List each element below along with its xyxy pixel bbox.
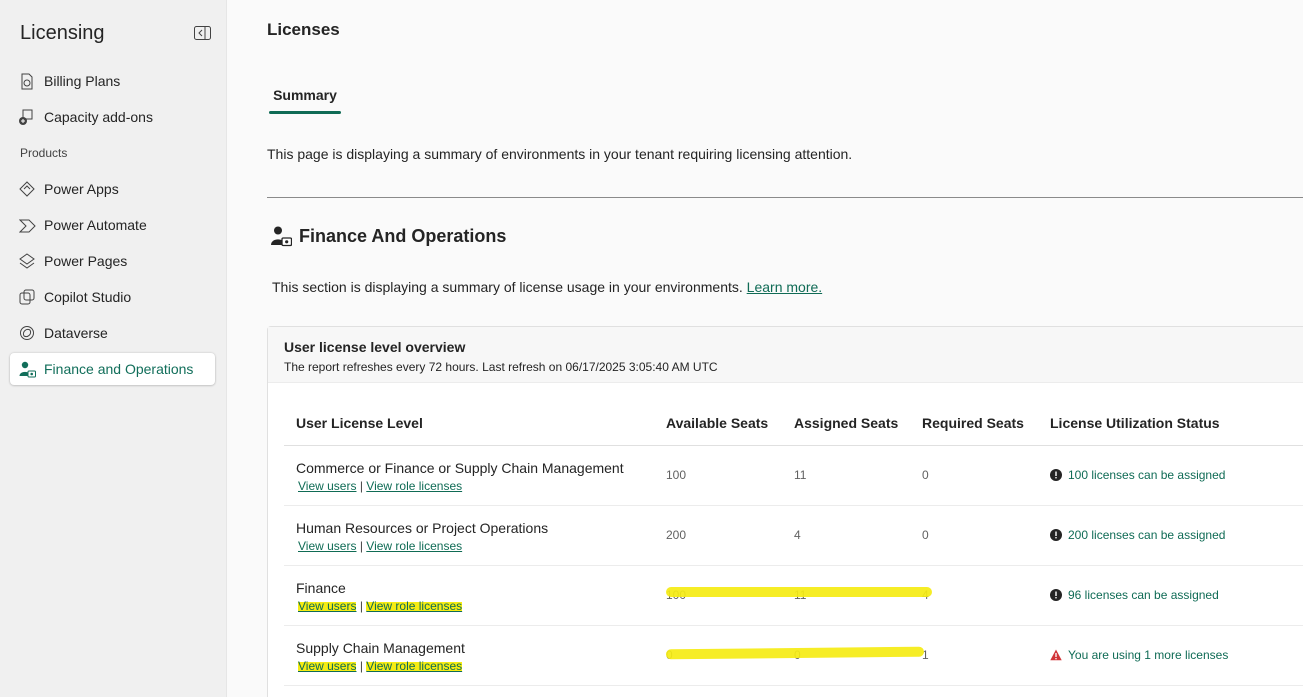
utilization-status-cell: 100 licenses can be assigned [1038, 445, 1303, 506]
sidebar: Licensing Billing Plans Capacity add-ons… [0, 0, 227, 697]
finance-operations-icon [18, 360, 36, 378]
view-role-licenses-link[interactable]: View role licenses [366, 479, 462, 493]
sidebar-item-label: Dataverse [44, 325, 108, 341]
column-header: User License Level [284, 401, 654, 446]
required-seats: 0 [910, 505, 1038, 566]
sidebar-item-power-apps[interactable]: Power Apps [10, 173, 215, 205]
column-header: License Utilization Status [1038, 401, 1303, 446]
sidebar-item-label: Capacity add-ons [44, 109, 153, 125]
status-text: 200 licenses can be assigned [1068, 527, 1226, 542]
link-separator: | [359, 598, 363, 613]
sidebar-item-power-pages[interactable]: Power Pages [10, 245, 215, 277]
highlight-mark [666, 587, 932, 597]
capacity-addons-icon [18, 108, 36, 126]
info-icon [1050, 468, 1062, 481]
info-icon [1050, 588, 1062, 601]
license-level-name: Finance [296, 579, 346, 596]
license-level-name: Supply Chain Management [296, 639, 465, 656]
utilization-status-cell: 200 licenses can be assigned [1038, 505, 1303, 566]
link-separator: | [359, 658, 363, 673]
assigned-seats: 4 [782, 505, 910, 566]
status-text: 96 licenses can be assigned [1068, 587, 1219, 602]
finance-operations-icon [270, 225, 293, 247]
status-text: You are using 1 more licenses [1068, 647, 1229, 662]
license-level-cell: Supply Chain Management View users | Vie… [284, 625, 654, 686]
sidebar-item-power-automate[interactable]: Power Automate [10, 209, 215, 241]
card-subtitle: The report refreshes every 72 hours. Las… [284, 360, 718, 374]
sidebar-item-label: Power Pages [44, 253, 128, 269]
power-pages-icon [18, 252, 36, 270]
utilization-status-cell: You are using 1 more licenses [1038, 625, 1303, 686]
column-header: Assigned Seats [782, 401, 910, 446]
learn-more-link[interactable]: Learn more. [747, 279, 822, 295]
sidebar-item-capacity-addons[interactable]: Capacity add-ons [10, 101, 215, 133]
collapse-sidebar-icon[interactable] [194, 26, 211, 40]
card-title: User license level overview [284, 339, 466, 355]
column-header: Required Seats [910, 401, 1038, 446]
assigned-seats: 11 [782, 445, 910, 506]
license-level-cell: Human Resources or Project Operations Vi… [284, 505, 654, 566]
view-users-link[interactable]: View users [298, 598, 357, 613]
required-seats: 0 [910, 445, 1038, 506]
sidebar-item-dataverse[interactable]: Dataverse [10, 317, 215, 349]
sidebar-item-label: Copilot Studio [44, 289, 132, 305]
view-users-link[interactable]: View users [298, 539, 356, 553]
required-seats: 1 [910, 625, 1038, 686]
license-level-cell: Commerce or Finance or Supply Chain Mana… [284, 445, 654, 506]
status-text: 100 licenses can be assigned [1068, 467, 1226, 482]
table-row: Commerce or Finance or Supply Chain Mana… [284, 445, 1303, 506]
column-header: Available Seats [654, 401, 782, 446]
sidebar-section-products: Products [20, 146, 68, 160]
sidebar-item-billing-plans[interactable]: Billing Plans [10, 65, 215, 97]
license-level-name: Human Resources or Project Operations [296, 519, 549, 536]
billing-plans-icon [18, 72, 36, 90]
sidebar-item-copilot-studio[interactable]: Copilot Studio [10, 281, 215, 313]
view-role-licenses-link[interactable]: View role licenses [366, 539, 462, 553]
section-description-text: This section is displaying a summary of … [272, 279, 743, 295]
link-separator: | [359, 478, 363, 493]
sidebar-item-label: Power Automate [44, 217, 147, 233]
table-row: Human Resources or Project Operations Vi… [284, 505, 1303, 566]
main-content: Licenses Summary This page is displaying… [228, 0, 1303, 697]
tab-summary[interactable]: Summary [269, 84, 341, 114]
view-role-licenses-link[interactable]: View role licenses [366, 598, 463, 613]
sidebar-item-label: Power Apps [44, 181, 119, 197]
license-table: User License Level Available Seats Assig… [284, 401, 1303, 686]
license-level-cell: Finance View users | View role licenses [284, 565, 654, 626]
copilot-studio-icon [18, 288, 36, 306]
section-title: Finance And Operations [299, 226, 507, 246]
view-role-licenses-link[interactable]: View role licenses [366, 658, 463, 673]
table-header-row: User License Level Available Seats Assig… [284, 401, 1303, 446]
warning-icon [1050, 649, 1062, 661]
dataverse-icon [18, 324, 36, 342]
available-seats: 100 [654, 445, 782, 506]
section-description: This section is displaying a summary of … [272, 279, 822, 295]
power-automate-icon [18, 216, 36, 234]
sidebar-item-label: Billing Plans [44, 73, 121, 89]
view-users-link[interactable]: View users [298, 479, 356, 493]
card-header: User license level overview The report r… [268, 327, 1303, 383]
view-users-link[interactable]: View users [298, 658, 357, 673]
intro-text: This page is displaying a summary of env… [267, 146, 853, 162]
sidebar-item-label: Finance and Operations [44, 361, 194, 377]
utilization-status-cell: 96 licenses can be assigned [1038, 565, 1303, 626]
link-separator: | [359, 538, 363, 553]
power-apps-icon [18, 180, 36, 198]
info-icon [1050, 528, 1062, 541]
available-seats: 200 [654, 505, 782, 566]
sidebar-title: Licensing [20, 22, 105, 44]
page-title: Licenses [267, 20, 340, 39]
divider [267, 197, 1303, 198]
sidebar-item-finance-operations[interactable]: Finance and Operations [10, 353, 215, 385]
license-level-name: Commerce or Finance or Supply Chain Mana… [296, 459, 624, 476]
user-license-card: User license level overview The report r… [267, 326, 1303, 697]
